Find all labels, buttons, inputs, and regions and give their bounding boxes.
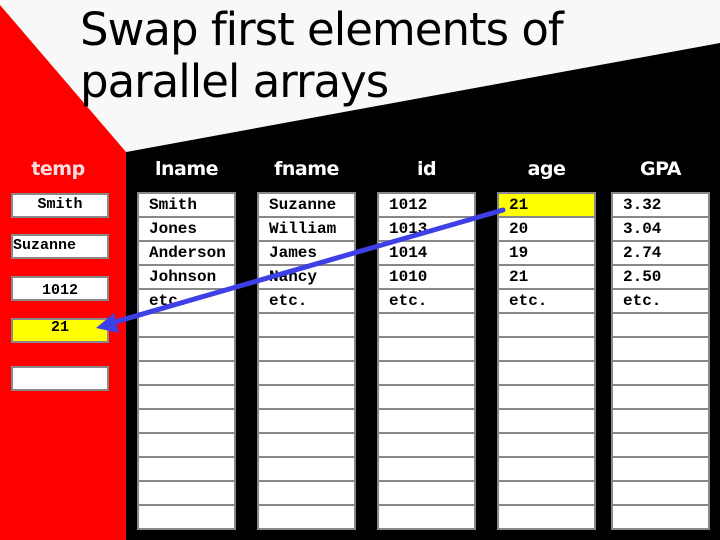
array-cell: 3.32: [613, 194, 708, 216]
array-cell: [259, 314, 354, 336]
array-cell: [613, 362, 708, 384]
array-cell: [259, 386, 354, 408]
array-cell: [379, 386, 474, 408]
array-cell: 1012: [379, 194, 474, 216]
array-cell: Nancy: [259, 266, 354, 288]
array-cell: 1014: [379, 242, 474, 264]
array-cell: 1013: [379, 218, 474, 240]
array-cell: [379, 506, 474, 528]
array-cell: [259, 482, 354, 504]
array-header-fname: fname: [274, 158, 339, 180]
array-cell: etc.: [499, 290, 594, 312]
array-cell: [139, 362, 234, 384]
temp-box-age: 21: [11, 318, 109, 343]
array-cell: [613, 458, 708, 480]
temp-box-fname: Suzanne: [11, 234, 109, 259]
array-cell: 20: [499, 218, 594, 240]
array-cell: [613, 410, 708, 432]
array-cell: [379, 458, 474, 480]
array-cell: [613, 506, 708, 528]
array-cell: [379, 338, 474, 360]
array-cell: [139, 410, 234, 432]
array-cell: [139, 386, 234, 408]
array-cell: [139, 506, 234, 528]
array-cell: [259, 458, 354, 480]
array-cell: [499, 314, 594, 336]
array-cell: William: [259, 218, 354, 240]
array-cell: 2.74: [613, 242, 708, 264]
array-cell: etc.: [139, 290, 234, 312]
array-cell: James: [259, 242, 354, 264]
array-cell: 19: [499, 242, 594, 264]
array-cell: 21: [499, 266, 594, 288]
array-cell: [139, 314, 234, 336]
array-cell: 2.50: [613, 266, 708, 288]
array-cell: [139, 434, 234, 456]
array-cell: etc.: [379, 290, 474, 312]
array-cell: etc.: [613, 290, 708, 312]
array-cell: [139, 482, 234, 504]
array-cell: [499, 386, 594, 408]
array-cell: [139, 338, 234, 360]
array-cell: [613, 434, 708, 456]
array-column-lname: Smith Jones Anderson Johnson etc.: [137, 192, 236, 530]
array-cell: 3.04: [613, 218, 708, 240]
array-header-lname: lname: [154, 158, 219, 180]
array-cell: [259, 362, 354, 384]
array-cell: [613, 386, 708, 408]
array-cell: [499, 434, 594, 456]
array-cell: [259, 338, 354, 360]
array-cell: [499, 338, 594, 360]
array-cell: Anderson: [139, 242, 234, 264]
array-cell: [613, 338, 708, 360]
array-cell: [259, 410, 354, 432]
array-cell: [379, 434, 474, 456]
array-cell: [499, 482, 594, 504]
array-cell: [499, 362, 594, 384]
array-cell: 21: [499, 194, 594, 216]
array-header-gpa: GPA: [640, 158, 681, 180]
array-cell: [259, 434, 354, 456]
array-cell: [613, 314, 708, 336]
array-cell: 1010: [379, 266, 474, 288]
array-cell: [379, 314, 474, 336]
array-cell: [379, 482, 474, 504]
array-cell: Smith: [139, 194, 234, 216]
array-cell: [613, 482, 708, 504]
array-column-id: 1012 1013 1014 1010 etc.: [377, 192, 476, 530]
array-cell: etc.: [259, 290, 354, 312]
array-header-id: id: [416, 158, 437, 180]
slide-title: Swap first elements of parallel arrays: [80, 3, 564, 108]
array-cell: Johnson: [139, 266, 234, 288]
temp-box-id: 1012: [11, 276, 109, 301]
array-cell: Jones: [139, 218, 234, 240]
temp-box-lname: Smith: [11, 193, 109, 218]
temp-header: temp: [31, 158, 85, 180]
array-cell: [499, 458, 594, 480]
temp-box-gpa: [11, 366, 109, 391]
array-cell: [379, 362, 474, 384]
array-cell: [499, 506, 594, 528]
array-column-fname: Suzanne William James Nancy etc.: [257, 192, 356, 530]
array-cell: Suzanne: [259, 194, 354, 216]
array-cell: [139, 458, 234, 480]
array-header-age: age: [527, 158, 566, 180]
array-cell: [379, 410, 474, 432]
array-cell: [259, 506, 354, 528]
array-column-age: 21 20 19 21 etc.: [497, 192, 596, 530]
array-cell: [499, 410, 594, 432]
array-column-gpa: 3.32 3.04 2.74 2.50 etc.: [611, 192, 710, 530]
